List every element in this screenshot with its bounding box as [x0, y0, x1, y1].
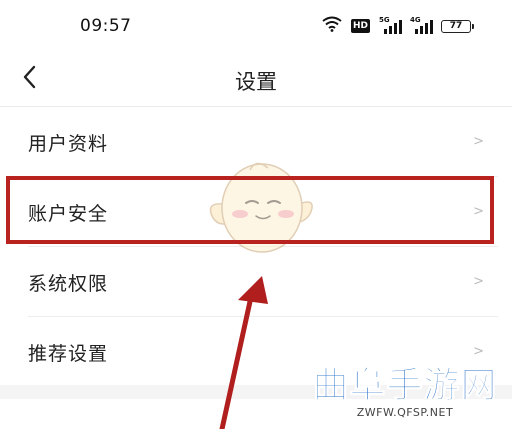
signal-icon-5g: 5G [379, 16, 403, 34]
chevron-right-icon: > [473, 134, 484, 149]
page-title: 设置 [235, 70, 277, 94]
wifi-icon [322, 16, 342, 36]
signal-icon-4g: 4G [410, 16, 434, 34]
settings-item-system-permissions[interactable]: 系统权限 > [28, 247, 498, 317]
battery-icon: 77 [441, 19, 475, 33]
status-icons: HD 5G 4G 77 [322, 16, 475, 36]
highlight-box [6, 176, 494, 244]
watermark: 曲阜手游网 ZWFW.QFSP.NET [302, 364, 508, 420]
settings-item-label: 推荐设置 [28, 343, 109, 365]
hd-icon: HD [351, 19, 371, 33]
watermark-url: ZWFW.QFSP.NET [356, 406, 454, 419]
status-time: 09:57 [80, 16, 132, 36]
settings-item-label: 系统权限 [28, 273, 109, 295]
settings-list: 用户资料 > 账户安全 > 系统权限 > 推荐设置 > [0, 107, 512, 386]
status-bar: 09:57 HD 5G 4G 77 [0, 0, 512, 50]
settings-item-label: 用户资料 [28, 133, 109, 155]
settings-item-user-profile[interactable]: 用户资料 > [28, 107, 498, 177]
chevron-right-icon: > [473, 344, 484, 359]
battery-level: 77 [449, 21, 463, 31]
watermark-title: 曲阜手游网 [312, 364, 498, 407]
chevron-right-icon: > [473, 274, 484, 289]
nav-bar: 设置 [0, 52, 512, 104]
